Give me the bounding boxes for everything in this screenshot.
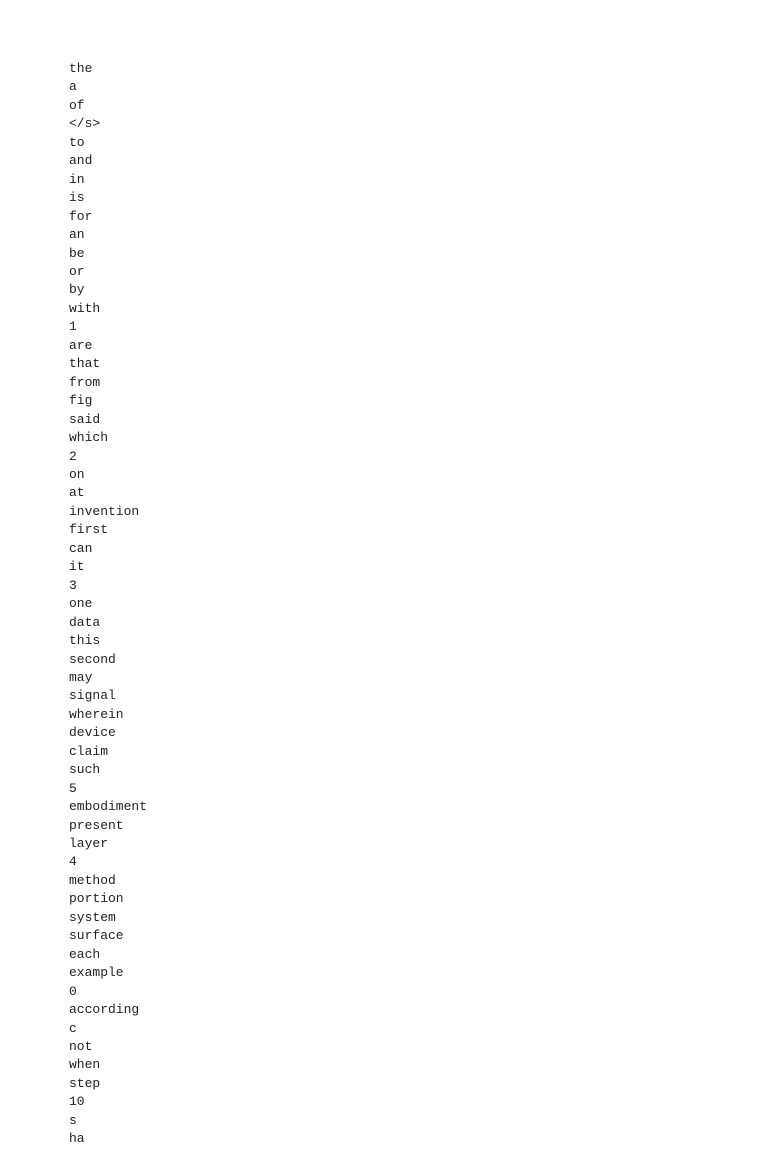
list-item: be — [69, 245, 768, 263]
list-item: portion — [69, 890, 768, 908]
word-list: theaof</s>toandinisforanbeorbywith1areth… — [0, 0, 768, 1149]
list-item: a — [69, 78, 768, 96]
list-item: </s> — [69, 115, 768, 133]
list-item: said — [69, 411, 768, 429]
list-item: according — [69, 1001, 768, 1019]
list-item: to — [69, 134, 768, 152]
list-item: 3 — [69, 577, 768, 595]
list-item: can — [69, 540, 768, 558]
list-item: data — [69, 614, 768, 632]
list-item: system — [69, 909, 768, 927]
list-item: which — [69, 429, 768, 447]
list-item: embodiment — [69, 798, 768, 816]
list-item: invention — [69, 503, 768, 521]
list-item: when — [69, 1056, 768, 1074]
list-item: surface — [69, 927, 768, 945]
list-item: or — [69, 263, 768, 281]
list-item: may — [69, 669, 768, 687]
list-item: first — [69, 521, 768, 539]
list-item: s — [69, 1112, 768, 1130]
list-item: not — [69, 1038, 768, 1056]
list-item: in — [69, 171, 768, 189]
list-item: 1 — [69, 318, 768, 336]
list-item: wherein — [69, 706, 768, 724]
list-item: 5 — [69, 780, 768, 798]
list-item: device — [69, 724, 768, 742]
list-item: 2 — [69, 448, 768, 466]
list-item: one — [69, 595, 768, 613]
list-item: 10 — [69, 1093, 768, 1111]
list-item: step — [69, 1075, 768, 1093]
list-item: ha — [69, 1130, 768, 1148]
list-item: example — [69, 964, 768, 982]
list-item: claim — [69, 743, 768, 761]
list-item: second — [69, 651, 768, 669]
list-item: and — [69, 152, 768, 170]
list-item: are — [69, 337, 768, 355]
list-item: with — [69, 300, 768, 318]
list-item: method — [69, 872, 768, 890]
list-item: 4 — [69, 853, 768, 871]
list-item: each — [69, 946, 768, 964]
list-item: an — [69, 226, 768, 244]
list-item: at — [69, 484, 768, 502]
list-item: layer — [69, 835, 768, 853]
list-item: such — [69, 761, 768, 779]
list-item: fig — [69, 392, 768, 410]
list-item: for — [69, 208, 768, 226]
list-item: it — [69, 558, 768, 576]
list-item: 0 — [69, 983, 768, 1001]
list-item: from — [69, 374, 768, 392]
list-item: present — [69, 817, 768, 835]
list-item: the — [69, 60, 768, 78]
list-item: signal — [69, 687, 768, 705]
list-item: that — [69, 355, 768, 373]
list-item: on — [69, 466, 768, 484]
list-item: is — [69, 189, 768, 207]
list-item: this — [69, 632, 768, 650]
list-item: c — [69, 1020, 768, 1038]
list-item: by — [69, 281, 768, 299]
list-item: of — [69, 97, 768, 115]
